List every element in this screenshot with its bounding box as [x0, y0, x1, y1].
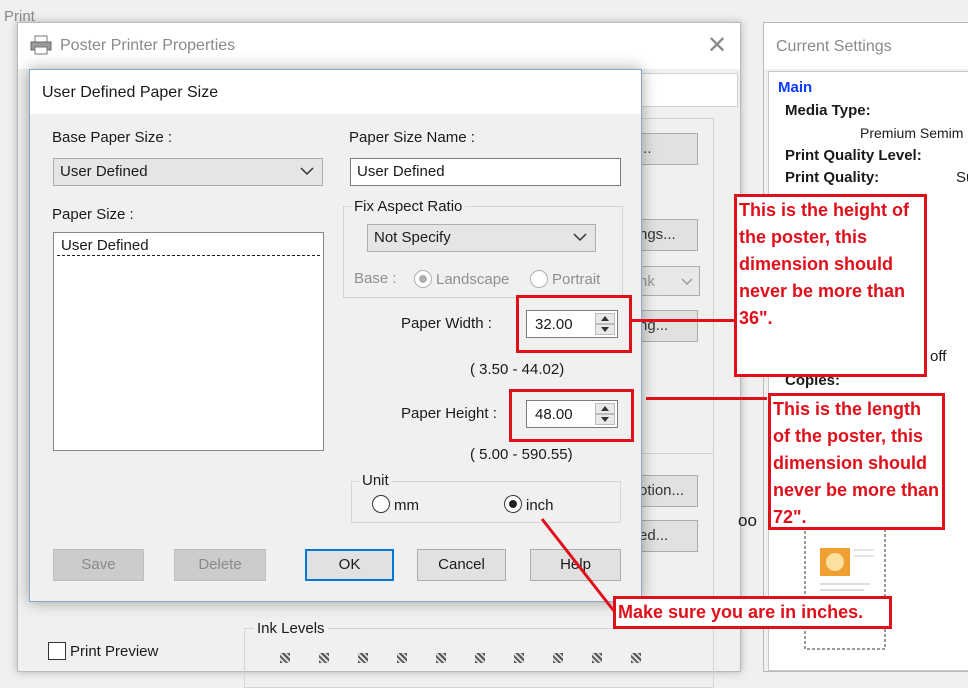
base-paper-size-select[interactable]: User Defined — [53, 158, 323, 186]
inches-note-callout: Make sure you are in inches. — [613, 596, 892, 629]
paper-size-name-value: User Defined — [357, 163, 445, 180]
delete-button[interactable]: Delete — [174, 549, 266, 581]
landscape-label: Landscape — [436, 271, 510, 288]
paper-height-highlight — [509, 389, 634, 442]
base-paper-size-label: Base Paper Size : — [52, 129, 173, 146]
print-quality-level-label: Print Quality Level: — [785, 147, 922, 164]
paper-width-label: Paper Width : — [401, 315, 492, 332]
fix-aspect-ratio-label: Fix Aspect Ratio — [351, 198, 466, 215]
ink-level-marker — [436, 653, 446, 663]
base-label: Base : — [354, 270, 397, 287]
unit-label: Unit — [359, 472, 392, 489]
unit-inch-radio[interactable] — [504, 495, 522, 513]
properties-title: Poster Printer Properties — [60, 37, 236, 54]
height-note-callout: This is the height of the poster, this d… — [734, 194, 927, 377]
ink-level-marker — [280, 653, 290, 663]
ink-level-marker — [358, 653, 368, 663]
ink-level-marker — [397, 653, 407, 663]
print-preview-label: Print Preview — [70, 643, 159, 660]
paper-size-name-label: Paper Size Name : — [349, 129, 475, 146]
unit-mm-radio[interactable] — [372, 495, 390, 513]
unit-mm-label: mm — [394, 497, 419, 514]
chevron-down-icon — [300, 167, 314, 176]
height-note-connector — [632, 319, 734, 322]
ink-level-marker — [553, 653, 563, 663]
paper-height-range: ( 5.00 - 590.55) — [470, 446, 573, 463]
close-icon[interactable]: ✕ — [704, 33, 730, 59]
print-preview-checkbox[interactable] — [48, 642, 66, 660]
ink-level-marker — [631, 653, 641, 663]
ink-level-marker — [475, 653, 485, 663]
paper-size-list[interactable]: User Defined — [53, 232, 324, 451]
printer-icon — [30, 35, 52, 55]
orientation-fragment: oo — [738, 511, 757, 530]
cancel-button[interactable]: Cancel — [417, 549, 506, 581]
paper-size-name-field[interactable]: User Defined — [350, 158, 621, 186]
current-settings-section: Main — [778, 79, 813, 96]
length-note-connector — [646, 397, 767, 400]
length-note-callout: This is the length of the poster, this d… — [768, 393, 945, 530]
ink-level-marker — [514, 653, 524, 663]
unit-inch-label: inch — [526, 497, 554, 514]
print-quality-value: Su — [956, 169, 968, 186]
properties-tab-strip — [638, 73, 738, 107]
print-quality-label: Print Quality: — [785, 169, 880, 186]
paper-width-highlight — [516, 295, 632, 353]
dialog-title: User Defined Paper Size — [42, 84, 219, 101]
properties-group-panel — [630, 118, 714, 478]
paper-size-list-item[interactable]: User Defined — [57, 236, 320, 256]
chevron-down-icon — [573, 233, 587, 242]
media-type-value: Premium Semim — [860, 125, 964, 141]
ok-button[interactable]: OK — [305, 549, 394, 581]
ink-level-marker — [592, 653, 602, 663]
paper-height-label: Paper Height : — [401, 405, 497, 422]
fix-aspect-ratio-select[interactable]: Not Specify — [367, 224, 596, 252]
save-button[interactable]: Save — [53, 549, 144, 581]
chevron-down-icon — [681, 278, 693, 286]
paper-size-list-item-label: User Defined — [61, 237, 149, 254]
landscape-radio[interactable] — [414, 270, 432, 288]
portrait-radio[interactable] — [530, 270, 548, 288]
poster-preview-image — [804, 528, 886, 650]
media-type-label: Media Type: — [785, 102, 871, 119]
portrait-label: Portrait — [552, 271, 601, 288]
ink-level-marker — [319, 653, 329, 663]
ink-levels-label: Ink Levels — [254, 620, 328, 637]
paper-width-range: ( 3.50 - 44.02) — [470, 361, 565, 378]
paper-size-label: Paper Size : — [52, 206, 134, 223]
fix-aspect-ratio-value: Not Specify — [374, 229, 451, 246]
inches-note-connector — [540, 518, 616, 612]
setting-off-value: off — [930, 348, 947, 365]
current-settings-title: Current Settings — [776, 38, 892, 55]
base-paper-size-value: User Defined — [60, 163, 148, 180]
